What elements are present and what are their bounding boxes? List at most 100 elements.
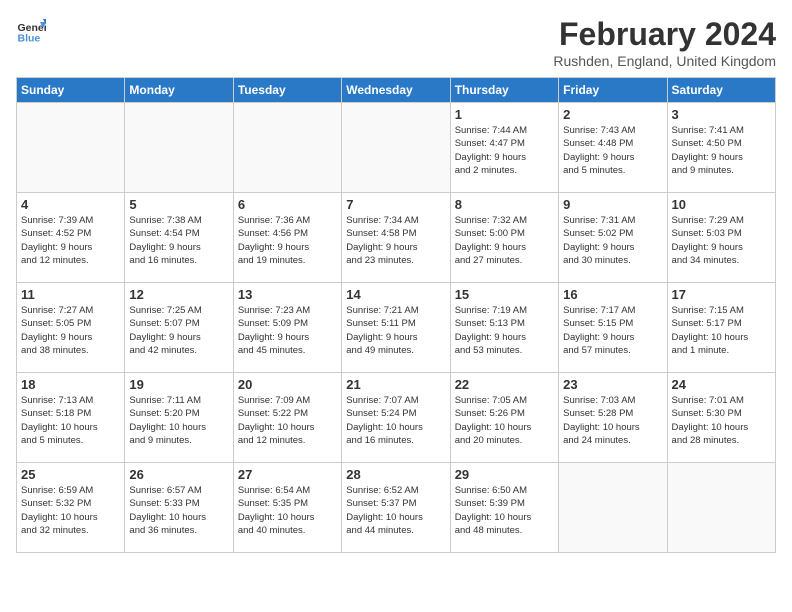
- day-info: Sunrise: 7:29 AM Sunset: 5:03 PM Dayligh…: [672, 214, 771, 267]
- calendar-header-cell: Monday: [125, 78, 233, 103]
- calendar-day-cell: [125, 103, 233, 193]
- day-info: Sunrise: 7:31 AM Sunset: 5:02 PM Dayligh…: [563, 214, 662, 267]
- day-info: Sunrise: 7:25 AM Sunset: 5:07 PM Dayligh…: [129, 304, 228, 357]
- day-info: Sunrise: 7:03 AM Sunset: 5:28 PM Dayligh…: [563, 394, 662, 447]
- calendar-day-cell: 4 Sunrise: 7:39 AM Sunset: 4:52 PM Daylig…: [17, 193, 125, 283]
- calendar-header-cell: Sunday: [17, 78, 125, 103]
- day-number: 6: [238, 197, 337, 212]
- day-number: 11: [21, 287, 120, 302]
- day-info: Sunrise: 6:54 AM Sunset: 5:35 PM Dayligh…: [238, 484, 337, 537]
- day-number: 21: [346, 377, 445, 392]
- calendar-header-cell: Saturday: [667, 78, 775, 103]
- logo-icon: General Blue: [16, 16, 46, 46]
- day-number: 22: [455, 377, 554, 392]
- day-number: 28: [346, 467, 445, 482]
- day-number: 15: [455, 287, 554, 302]
- calendar-day-cell: 11Sunrise: 7:27 AM Sunset: 5:05 PM Dayli…: [17, 283, 125, 373]
- calendar-day-cell: [233, 103, 341, 193]
- calendar-week-row: 11Sunrise: 7:27 AM Sunset: 5:05 PM Dayli…: [17, 283, 776, 373]
- day-number: 3: [672, 107, 771, 122]
- day-info: Sunrise: 7:34 AM Sunset: 4:58 PM Dayligh…: [346, 214, 445, 267]
- day-number: 17: [672, 287, 771, 302]
- day-info: Sunrise: 7:13 AM Sunset: 5:18 PM Dayligh…: [21, 394, 120, 447]
- day-number: 19: [129, 377, 228, 392]
- title-block: February 2024 Rushden, England, United K…: [553, 16, 776, 69]
- day-number: 24: [672, 377, 771, 392]
- calendar-day-cell: 1 Sunrise: 7:44 AM Sunset: 4:47 PM Daylig…: [450, 103, 558, 193]
- day-number: 8: [455, 197, 554, 212]
- day-number: 23: [563, 377, 662, 392]
- calendar-day-cell: [342, 103, 450, 193]
- calendar-day-cell: 9 Sunrise: 7:31 AM Sunset: 5:02 PM Daylig…: [559, 193, 667, 283]
- day-info: Sunrise: 7:11 AM Sunset: 5:20 PM Dayligh…: [129, 394, 228, 447]
- calendar-table: SundayMondayTuesdayWednesdayThursdayFrid…: [16, 77, 776, 553]
- calendar-week-row: 4 Sunrise: 7:39 AM Sunset: 4:52 PM Daylig…: [17, 193, 776, 283]
- calendar-day-cell: 3Sunrise: 7:41 AM Sunset: 4:50 PM Daylig…: [667, 103, 775, 193]
- day-number: 18: [21, 377, 120, 392]
- day-info: Sunrise: 7:07 AM Sunset: 5:24 PM Dayligh…: [346, 394, 445, 447]
- calendar-header-cell: Thursday: [450, 78, 558, 103]
- calendar-day-cell: 19 Sunrise: 7:11 AM Sunset: 5:20 PM Dayli…: [125, 373, 233, 463]
- calendar-day-cell: 27Sunrise: 6:54 AM Sunset: 5:35 PM Dayli…: [233, 463, 341, 553]
- location-title: Rushden, England, United Kingdom: [553, 53, 776, 69]
- calendar-day-cell: 28 Sunrise: 6:52 AM Sunset: 5:37 PM Dayli…: [342, 463, 450, 553]
- day-info: Sunrise: 7:44 AM Sunset: 4:47 PM Dayligh…: [455, 124, 554, 177]
- day-info: Sunrise: 7:17 AM Sunset: 5:15 PM Dayligh…: [563, 304, 662, 357]
- calendar-day-cell: 2 Sunrise: 7:43 AM Sunset: 4:48 PM Daylig…: [559, 103, 667, 193]
- calendar-day-cell: 7 Sunrise: 7:34 AM Sunset: 4:58 PM Daylig…: [342, 193, 450, 283]
- calendar-day-cell: 8Sunrise: 7:32 AM Sunset: 5:00 PM Daylig…: [450, 193, 558, 283]
- calendar-header-cell: Tuesday: [233, 78, 341, 103]
- calendar-day-cell: 17Sunrise: 7:15 AM Sunset: 5:17 PM Dayli…: [667, 283, 775, 373]
- day-number: 2: [563, 107, 662, 122]
- calendar-day-cell: 23 Sunrise: 7:03 AM Sunset: 5:28 PM Dayli…: [559, 373, 667, 463]
- day-number: 12: [129, 287, 228, 302]
- calendar-day-cell: 5 Sunrise: 7:38 AM Sunset: 4:54 PM Daylig…: [125, 193, 233, 283]
- calendar-day-cell: 12 Sunrise: 7:25 AM Sunset: 5:07 PM Dayli…: [125, 283, 233, 373]
- calendar-header-cell: Friday: [559, 78, 667, 103]
- day-number: 20: [238, 377, 337, 392]
- calendar-week-row: 18 Sunrise: 7:13 AM Sunset: 5:18 PM Dayli…: [17, 373, 776, 463]
- day-number: 4: [21, 197, 120, 212]
- day-info: Sunrise: 7:38 AM Sunset: 4:54 PM Dayligh…: [129, 214, 228, 267]
- day-number: 25: [21, 467, 120, 482]
- day-number: 13: [238, 287, 337, 302]
- day-number: 9: [563, 197, 662, 212]
- day-number: 26: [129, 467, 228, 482]
- day-number: 16: [563, 287, 662, 302]
- day-info: Sunrise: 7:09 AM Sunset: 5:22 PM Dayligh…: [238, 394, 337, 447]
- month-title: February 2024: [553, 16, 776, 53]
- calendar-day-cell: 6Sunrise: 7:36 AM Sunset: 4:56 PM Daylig…: [233, 193, 341, 283]
- calendar-day-cell: 20 Sunrise: 7:09 AM Sunset: 5:22 PM Dayli…: [233, 373, 341, 463]
- day-number: 7: [346, 197, 445, 212]
- day-number: 10: [672, 197, 771, 212]
- calendar-day-cell: [667, 463, 775, 553]
- logo: General Blue: [16, 16, 46, 46]
- svg-text:Blue: Blue: [18, 33, 41, 45]
- day-number: 5: [129, 197, 228, 212]
- day-info: Sunrise: 6:52 AM Sunset: 5:37 PM Dayligh…: [346, 484, 445, 537]
- calendar-day-cell: 25 Sunrise: 6:59 AM Sunset: 5:32 PM Dayli…: [17, 463, 125, 553]
- header: General Blue February 2024 Rushden, Engl…: [16, 16, 776, 69]
- day-info: Sunrise: 7:01 AM Sunset: 5:30 PM Dayligh…: [672, 394, 771, 447]
- calendar-day-cell: 22Sunrise: 7:05 AM Sunset: 5:26 PM Dayli…: [450, 373, 558, 463]
- day-number: 14: [346, 287, 445, 302]
- day-number: 29: [455, 467, 554, 482]
- day-info: Sunrise: 6:59 AM Sunset: 5:32 PM Dayligh…: [21, 484, 120, 537]
- day-info: Sunrise: 7:19 AM Sunset: 5:13 PM Dayligh…: [455, 304, 554, 357]
- calendar-day-cell: [559, 463, 667, 553]
- calendar-body: 1 Sunrise: 7:44 AM Sunset: 4:47 PM Daylig…: [17, 103, 776, 553]
- day-info: Sunrise: 6:57 AM Sunset: 5:33 PM Dayligh…: [129, 484, 228, 537]
- calendar-week-row: 25 Sunrise: 6:59 AM Sunset: 5:32 PM Dayli…: [17, 463, 776, 553]
- calendar-day-cell: [17, 103, 125, 193]
- calendar-header-row: SundayMondayTuesdayWednesdayThursdayFrid…: [17, 78, 776, 103]
- day-info: Sunrise: 7:23 AM Sunset: 5:09 PM Dayligh…: [238, 304, 337, 357]
- day-number: 1: [455, 107, 554, 122]
- calendar-day-cell: 29Sunrise: 6:50 AM Sunset: 5:39 PM Dayli…: [450, 463, 558, 553]
- calendar-week-row: 1 Sunrise: 7:44 AM Sunset: 4:47 PM Daylig…: [17, 103, 776, 193]
- day-info: Sunrise: 7:39 AM Sunset: 4:52 PM Dayligh…: [21, 214, 120, 267]
- calendar-day-cell: 13 Sunrise: 7:23 AM Sunset: 5:09 PM Dayli…: [233, 283, 341, 373]
- day-info: Sunrise: 7:21 AM Sunset: 5:11 PM Dayligh…: [346, 304, 445, 357]
- day-info: Sunrise: 7:43 AM Sunset: 4:48 PM Dayligh…: [563, 124, 662, 177]
- calendar-day-cell: 18 Sunrise: 7:13 AM Sunset: 5:18 PM Dayli…: [17, 373, 125, 463]
- calendar-day-cell: 24 Sunrise: 7:01 AM Sunset: 5:30 PM Dayli…: [667, 373, 775, 463]
